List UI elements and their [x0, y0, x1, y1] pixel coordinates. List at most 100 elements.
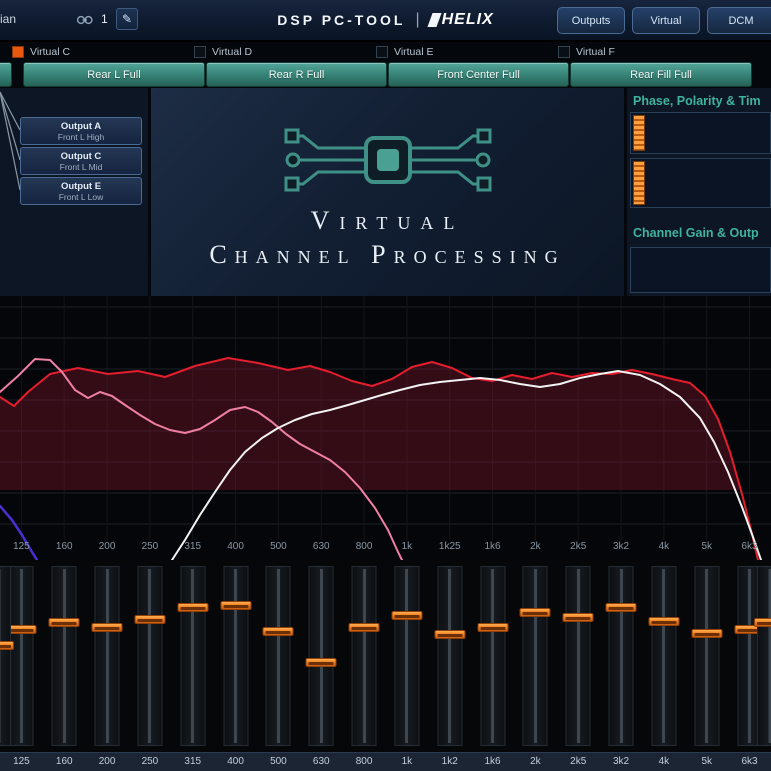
channel-select-button[interactable]: Rear Fill Full	[570, 62, 752, 87]
eq-slider-1k6[interactable]	[480, 566, 505, 746]
eq-handle[interactable]	[434, 630, 465, 639]
eq-slider-160[interactable]	[52, 566, 77, 746]
eq-frequency-label: 200	[86, 753, 129, 771]
eq-band-1k	[385, 560, 428, 752]
eq-slider-4k[interactable]	[651, 566, 676, 746]
graph-frequency-label: 4k	[642, 538, 685, 560]
virtual-channel-panel: Output AFront L HighOutput CFront L MidO…	[0, 88, 771, 296]
output-routing-zone: Output AFront L HighOutput CFront L MidO…	[0, 88, 148, 296]
eq-frequency-label: 1k	[385, 753, 428, 771]
eq-handle[interactable]	[49, 618, 80, 627]
eq-handle[interactable]	[691, 629, 722, 638]
eq-frequency-label: 630	[300, 753, 343, 771]
eq-slider-edge-left[interactable]	[0, 566, 11, 746]
eq-handle[interactable]	[520, 608, 551, 617]
eq-slider-2k5[interactable]	[566, 566, 591, 746]
eq-band-200	[86, 560, 129, 752]
eq-frequency-label: 1k6	[471, 753, 514, 771]
channel-tab-label: Virtual E	[394, 46, 434, 58]
output-button[interactable]: Output AFront L High	[20, 117, 142, 145]
eq-frequency-label: 315	[171, 753, 214, 771]
response-shade	[0, 358, 771, 560]
eq-groove	[191, 569, 194, 743]
graph-frequency-label: 200	[86, 538, 129, 560]
channel-tab-checkbox[interactable]	[376, 46, 388, 58]
eq-handle[interactable]	[177, 603, 208, 612]
eq-frequency-label: 4k	[642, 753, 685, 771]
eq-handle[interactable]	[92, 623, 123, 632]
graph-frequency-label: 6k3	[728, 538, 771, 560]
eq-slider-315[interactable]	[180, 566, 205, 746]
channel-tab-checkbox[interactable]	[558, 46, 570, 58]
channel-select-button[interactable]: Rear L Full	[23, 62, 205, 87]
circuit-chip-icon	[248, 110, 528, 210]
eq-slider-edge-right[interactable]	[757, 566, 771, 746]
helix-logo: HELIX	[430, 11, 494, 29]
graph-frequency-axis: 1251602002503154005006308001k1k251k62k2k…	[0, 538, 771, 560]
eq-handle[interactable]	[477, 623, 508, 632]
channel-tab-2[interactable]: Virtual D	[194, 45, 252, 59]
channel-tab-checkbox[interactable]	[194, 46, 206, 58]
eq-slider-2k[interactable]	[523, 566, 548, 746]
topbar-buttons: Outputs Virtual DCM	[557, 7, 771, 34]
panel-title-line1: Virtual	[151, 206, 624, 236]
eq-slider-1k2[interactable]	[437, 566, 462, 746]
eq-handle[interactable]	[606, 603, 637, 612]
channel-select-button[interactable]: Front Center Full	[388, 62, 569, 87]
eq-band-160	[43, 560, 86, 752]
eq-handle[interactable]	[134, 615, 165, 624]
eq-handle[interactable]	[391, 611, 422, 620]
phase-slider-handle[interactable]	[633, 115, 645, 151]
top-toolbar: ian 1 ✎ DSP PC-TOOL | HELIX OutputsVirtu…	[0, 0, 771, 42]
eq-slider-500[interactable]	[266, 566, 291, 746]
eq-frequency-label: 160	[43, 753, 86, 771]
time-slider-handle[interactable]	[633, 161, 645, 205]
frequency-response-graph[interactable]: 1251602002503154005006308001k1k251k62k2k…	[0, 296, 771, 560]
graph-frequency-label: 250	[128, 538, 171, 560]
eq-handle[interactable]	[349, 623, 380, 632]
graph-frequency-label: 125	[0, 538, 43, 560]
eq-band-630	[300, 560, 343, 752]
topbar-button-dcm[interactable]: DCM	[707, 7, 771, 34]
topbar-button-outputs[interactable]: Outputs	[557, 7, 625, 34]
channel-tab-3[interactable]: Virtual E	[376, 45, 434, 59]
eq-slider-5k[interactable]	[694, 566, 719, 746]
eq-handle[interactable]	[0, 641, 14, 650]
channel-select-button[interactable]: Rear R Full	[206, 62, 387, 87]
eq-handle[interactable]	[263, 627, 294, 636]
eq-slider-1k[interactable]	[394, 566, 419, 746]
preset-number[interactable]: 1	[101, 12, 108, 26]
eq-handle[interactable]	[754, 618, 771, 627]
eq-handle[interactable]	[306, 658, 337, 667]
eq-frequency-labels: 1251602002503154005006308001k1k21k62k2k5…	[0, 752, 771, 771]
eq-handle[interactable]	[220, 601, 251, 610]
eq-slider-200[interactable]	[95, 566, 120, 746]
output-button-title: Output C	[61, 151, 102, 162]
eq-slider-125[interactable]	[9, 566, 34, 746]
channel-tab-1[interactable]: Virtual C	[12, 45, 70, 59]
output-button[interactable]: Output CFront L Mid	[20, 147, 142, 175]
eq-slider-250[interactable]	[137, 566, 162, 746]
graph-frequency-label: 400	[214, 538, 257, 560]
eq-slider-400[interactable]	[223, 566, 248, 746]
eq-groove	[320, 569, 323, 743]
channel-tab-checkbox[interactable]	[12, 46, 24, 58]
eq-slider-630[interactable]	[309, 566, 334, 746]
eq-groove	[662, 569, 665, 743]
topbar-button-virtual[interactable]: Virtual	[632, 7, 700, 34]
eq-handle[interactable]	[563, 613, 594, 622]
phase-control-row	[630, 112, 771, 154]
eq-frequency-label: 500	[257, 753, 300, 771]
response-curves-svg[interactable]	[0, 296, 771, 560]
eq-slider-3k2[interactable]	[609, 566, 634, 746]
eq-frequency-label: 1k2	[428, 753, 471, 771]
output-button[interactable]: Output EFront L Low	[20, 177, 142, 205]
eq-band-800	[343, 560, 386, 752]
eq-handle[interactable]	[648, 617, 679, 626]
channel-select-button-partial[interactable]	[0, 62, 12, 87]
channel-tab-4[interactable]: Virtual F	[558, 45, 615, 59]
eq-slider-800[interactable]	[352, 566, 377, 746]
eq-frequency-label: 3k2	[600, 753, 643, 771]
edit-preset-button[interactable]: ✎	[116, 8, 138, 30]
graph-frequency-label: 2k	[514, 538, 557, 560]
